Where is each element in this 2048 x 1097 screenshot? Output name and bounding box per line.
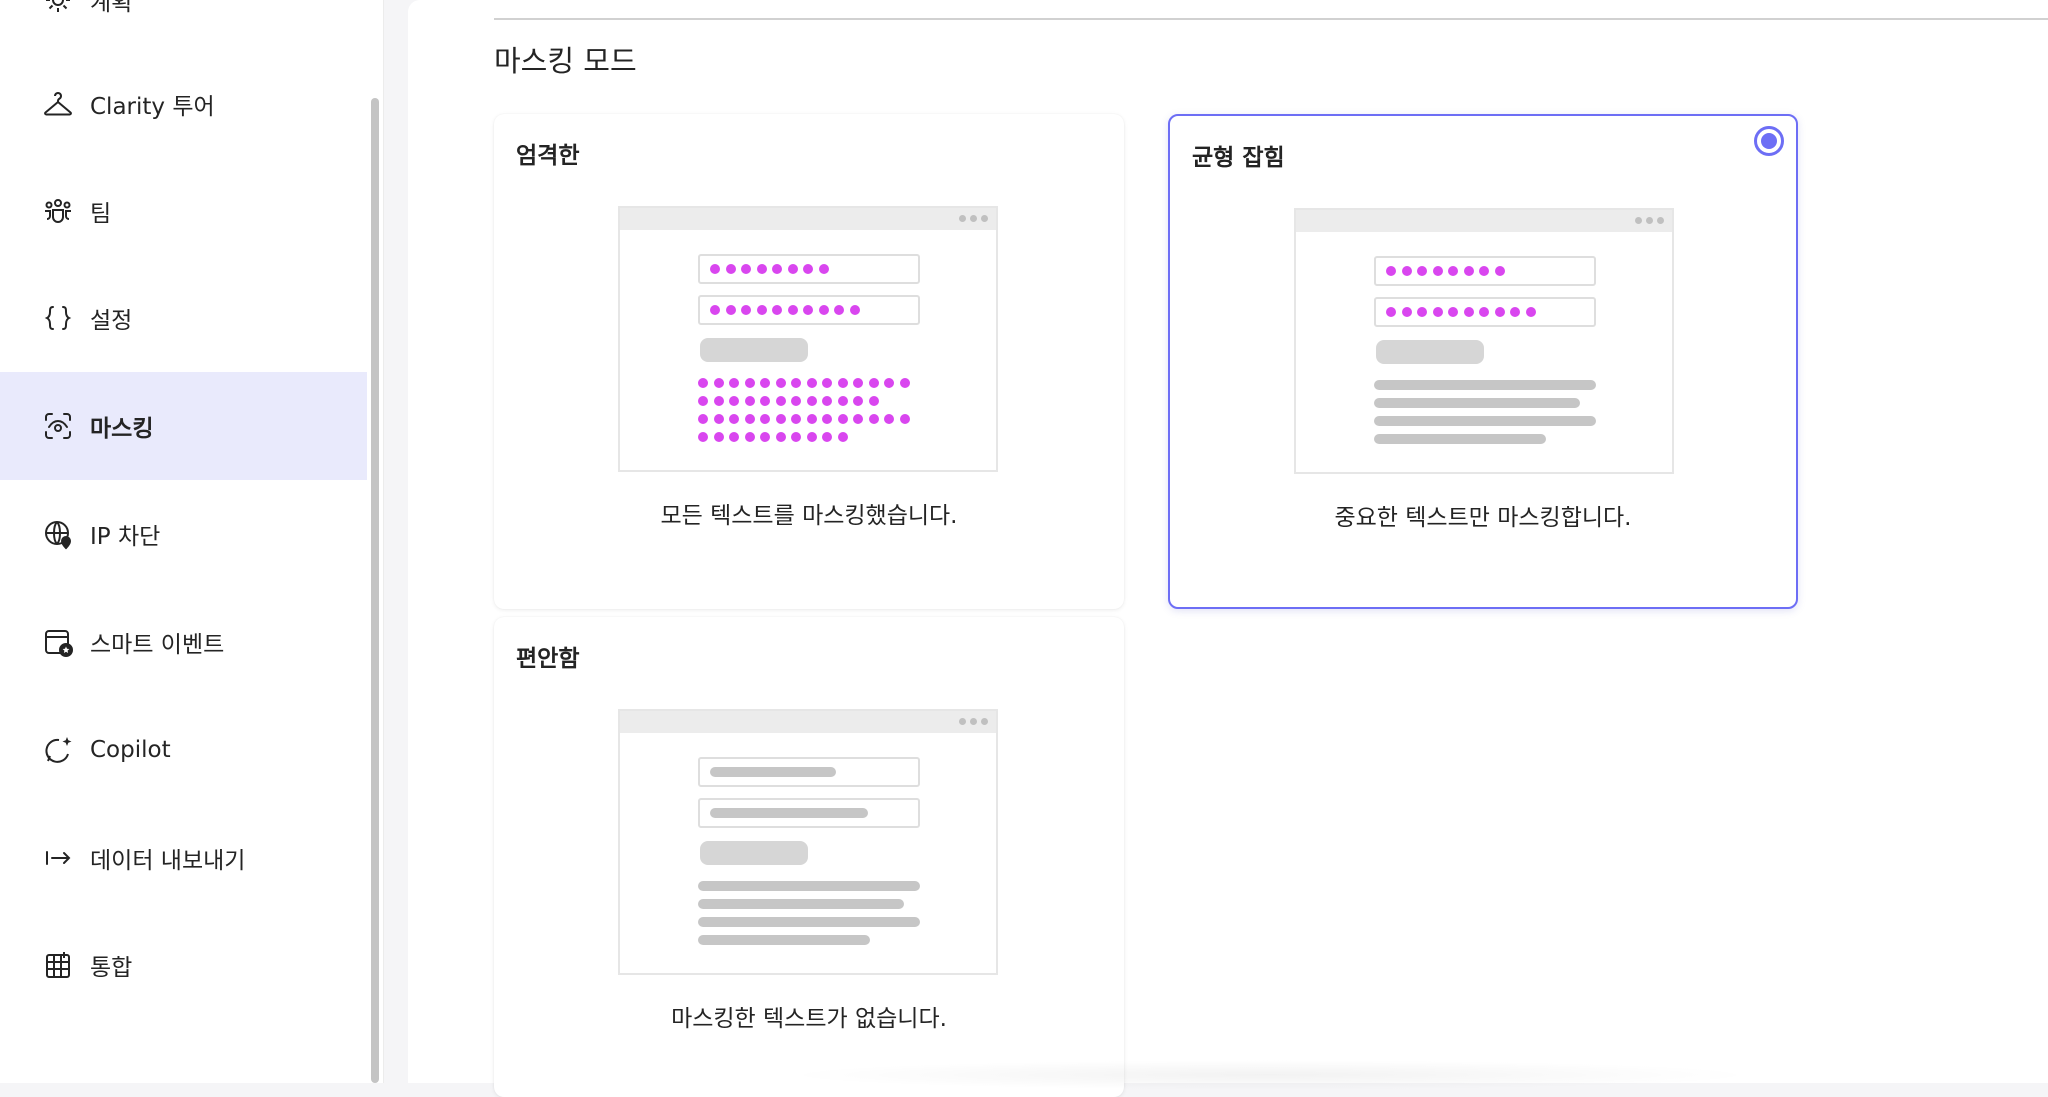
selected-radio[interactable] (1754, 126, 1784, 156)
card-caption: 모든 텍스트를 마스킹했습니다. (660, 503, 958, 529)
card-title: 엄격한 (516, 143, 580, 169)
sidebar-item-label: 통합 (90, 955, 133, 981)
calendar-star-icon (42, 626, 74, 658)
sidebar-item-ip-block[interactable]: IP 차단 (0, 480, 367, 588)
sidebar-item-clarity-tour[interactable]: Clarity 투어 (0, 50, 367, 158)
braces-icon (42, 302, 74, 334)
arrow-export-icon (42, 842, 74, 874)
gear-icon (42, 0, 74, 16)
strict-preview-illustration (618, 206, 998, 472)
sidebar: 계획 Clarity 투어 팀 설정 마스킹 IP 차단 스마트 이벤트 Cop… (0, 0, 384, 1083)
sidebar-item-label: 설정 (90, 308, 133, 334)
sidebar-item-copilot[interactable]: Copilot (0, 696, 367, 804)
card-title: 균형 잡힘 (1192, 145, 1285, 171)
sidebar-scrollbar-thumb[interactable] (371, 98, 379, 1083)
globe-location-icon (42, 518, 74, 550)
sidebar-item-label: 스마트 이벤트 (90, 632, 225, 658)
sidebar-item-integrations[interactable]: 통합 (0, 911, 367, 1019)
sidebar-item-label: 마스킹 (90, 416, 154, 442)
balanced-preview-illustration (1294, 208, 1674, 474)
sidebar-item-team[interactable]: 팀 (0, 157, 367, 265)
sidebar-item-label: IP 차단 (90, 524, 161, 550)
sidebar-item-data-export[interactable]: 데이터 내보내기 (0, 804, 367, 912)
sidebar-item-label: 팀 (90, 201, 112, 227)
chat-sparkle-icon (42, 734, 74, 766)
eye-focus-icon (42, 410, 74, 442)
masking-mode-card-relaxed[interactable]: 편안함 마스킹한 텍스트가 없습니다. (494, 617, 1124, 1097)
masking-mode-card-strict[interactable]: 엄격한 모든 텍스트를 마스킹했습니다. (494, 114, 1124, 609)
grid-table-icon (42, 949, 74, 981)
hanger-icon (42, 88, 74, 120)
masking-mode-card-balanced[interactable]: 균형 잡힘 중요한 텍스트만 마스킹합니다. (1168, 114, 1798, 609)
bottom-shadow (780, 1060, 1760, 1090)
relaxed-preview-illustration (618, 709, 998, 975)
page-title: 마스킹 모드 (494, 44, 637, 78)
sidebar-item-label: Clarity 투어 (90, 94, 215, 120)
section-divider (494, 18, 2048, 20)
card-caption: 마스킹한 텍스트가 없습니다. (671, 1006, 947, 1032)
sidebar-item-masking[interactable]: 마스킹 (0, 372, 367, 480)
sidebar-item-settings[interactable]: 설정 (0, 264, 367, 372)
card-title: 편안함 (516, 646, 580, 672)
sidebar-item-plan[interactable]: 계획 (0, 0, 367, 54)
people-team-icon (42, 195, 74, 227)
sidebar-item-label: 데이터 내보내기 (90, 848, 246, 874)
card-caption: 중요한 텍스트만 마스킹합니다. (1334, 505, 1632, 531)
sidebar-item-label: Copilot (90, 737, 171, 763)
sidebar-item-label: 계획 (90, 0, 133, 16)
sidebar-item-smart-events[interactable]: 스마트 이벤트 (0, 588, 367, 696)
